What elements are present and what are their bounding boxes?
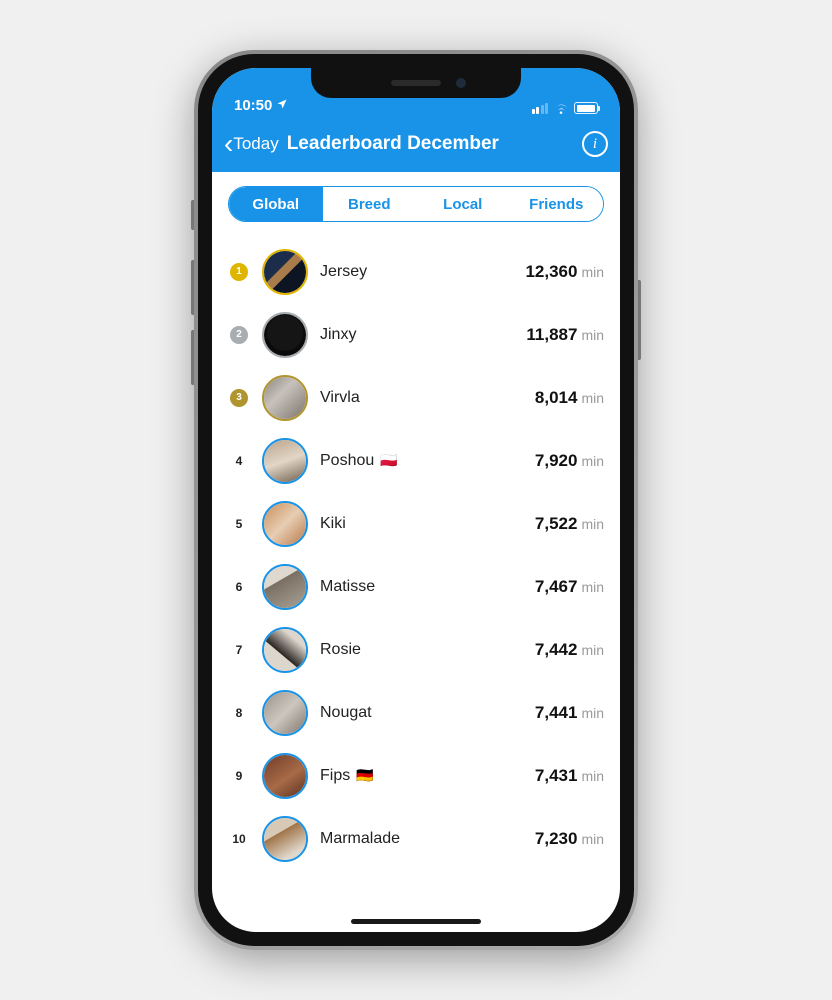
rank-badge: 2 xyxy=(228,326,250,344)
unit-label: min xyxy=(581,705,604,721)
minutes-value: 7,431min xyxy=(535,766,604,786)
minutes-value: 7,442min xyxy=(535,640,604,660)
tab-friends[interactable]: Friends xyxy=(510,187,604,221)
rank-badge: 4 xyxy=(228,454,250,468)
rank-badge: 3 xyxy=(228,389,250,407)
mute-switch xyxy=(191,200,194,230)
avatar xyxy=(262,312,308,358)
unit-label: min xyxy=(581,579,604,595)
avatar xyxy=(262,816,308,862)
pet-name: Fips🇩🇪 xyxy=(320,767,523,785)
pet-name: Poshou🇵🇱 xyxy=(320,452,523,470)
tabs-container: GlobalBreedLocalFriends xyxy=(212,172,620,232)
leaderboard-row[interactable]: 6 Matisse 7,467min xyxy=(228,555,604,618)
pet-name: Jersey xyxy=(320,263,513,281)
avatar xyxy=(262,249,308,295)
pet-name: Virvla xyxy=(320,389,523,407)
back-label: Today xyxy=(233,134,278,154)
power-button xyxy=(638,280,641,360)
flag-icon: 🇵🇱 xyxy=(380,452,397,469)
nav-bar: ‹ Today Leaderboard December i xyxy=(212,116,620,172)
minutes-value: 8,014min xyxy=(535,388,604,408)
medal-gold-icon: 1 xyxy=(230,263,248,281)
pet-name: Jinxy xyxy=(320,326,514,344)
medal-silver-icon: 2 xyxy=(230,326,248,344)
avatar xyxy=(262,501,308,547)
pet-name: Marmalade xyxy=(320,830,523,848)
unit-label: min xyxy=(581,390,604,406)
rank-badge: 6 xyxy=(228,580,250,594)
wifi-icon xyxy=(553,102,569,114)
rank-badge: 9 xyxy=(228,769,250,783)
leaderboard-row[interactable]: 3 Virvla 8,014min xyxy=(228,366,604,429)
unit-label: min xyxy=(581,831,604,847)
minutes-value: 7,467min xyxy=(535,577,604,597)
avatar xyxy=(262,627,308,673)
pet-name: Kiki xyxy=(320,515,523,533)
status-left: 10:50 xyxy=(234,97,416,114)
chevron-left-icon: ‹ xyxy=(224,130,233,158)
rank-badge: 1 xyxy=(228,263,250,281)
phone-bezel: 10:50 xyxy=(198,54,634,946)
minutes-value: 12,360min xyxy=(525,262,604,282)
unit-label: min xyxy=(581,642,604,658)
leaderboard-row[interactable]: 4 Poshou🇵🇱 7,920min xyxy=(228,429,604,492)
leaderboard-row[interactable]: 2 Jinxy 11,887min xyxy=(228,303,604,366)
stage: 10:50 xyxy=(0,0,832,1000)
leaderboard-row[interactable]: 8 Nougat 7,441min xyxy=(228,681,604,744)
pet-name: Matisse xyxy=(320,578,523,596)
pet-name: Nougat xyxy=(320,704,523,722)
minutes-value: 7,230min xyxy=(535,829,604,849)
minutes-value: 7,920min xyxy=(535,451,604,471)
flag-icon: 🇩🇪 xyxy=(356,767,373,784)
status-right xyxy=(416,102,598,114)
phone-frame: 10:50 xyxy=(194,50,638,950)
back-button[interactable]: ‹ Today xyxy=(224,130,279,158)
page-title: Leaderboard December xyxy=(287,133,582,155)
unit-label: min xyxy=(581,516,604,532)
rank-badge: 7 xyxy=(228,643,250,657)
unit-label: min xyxy=(581,453,604,469)
leaderboard-row[interactable]: 5 Kiki 7,522min xyxy=(228,492,604,555)
location-arrow-icon xyxy=(276,97,288,114)
tab-breed[interactable]: Breed xyxy=(323,187,417,221)
info-icon: i xyxy=(593,136,597,153)
tab-global[interactable]: Global xyxy=(229,187,323,221)
minutes-value: 11,887min xyxy=(526,325,604,345)
front-camera xyxy=(456,78,466,88)
leaderboard-row[interactable]: 10 Marmalade 7,230min xyxy=(228,807,604,870)
volume-up-button xyxy=(191,260,194,315)
speaker xyxy=(391,80,441,86)
screen: 10:50 xyxy=(212,68,620,932)
status-time: 10:50 xyxy=(234,97,272,114)
tab-local[interactable]: Local xyxy=(416,187,510,221)
notch xyxy=(311,68,521,98)
rank-badge: 10 xyxy=(228,832,250,846)
segmented-control: GlobalBreedLocalFriends xyxy=(228,186,604,222)
signal-icon xyxy=(532,103,549,114)
home-indicator[interactable] xyxy=(351,919,481,924)
rank-badge: 5 xyxy=(228,517,250,531)
info-button[interactable]: i xyxy=(582,131,608,157)
battery-icon xyxy=(574,102,598,114)
leaderboard-row[interactable]: 1 Jersey 12,360min xyxy=(228,240,604,303)
avatar xyxy=(262,690,308,736)
unit-label: min xyxy=(581,768,604,784)
unit-label: min xyxy=(581,327,604,343)
pet-name: Rosie xyxy=(320,641,523,659)
avatar xyxy=(262,753,308,799)
leaderboard-row[interactable]: 9 Fips🇩🇪 7,431min xyxy=(228,744,604,807)
avatar xyxy=(262,375,308,421)
medal-bronze-icon: 3 xyxy=(230,389,248,407)
volume-down-button xyxy=(191,330,194,385)
avatar xyxy=(262,564,308,610)
rank-badge: 8 xyxy=(228,706,250,720)
leaderboard-row[interactable]: 7 Rosie 7,442min xyxy=(228,618,604,681)
unit-label: min xyxy=(581,264,604,280)
leaderboard-list[interactable]: 1 Jersey 12,360min 2 Jinxy 11,887min 3 Virvla 8,… xyxy=(212,232,620,900)
avatar xyxy=(262,438,308,484)
minutes-value: 7,441min xyxy=(535,703,604,723)
minutes-value: 7,522min xyxy=(535,514,604,534)
